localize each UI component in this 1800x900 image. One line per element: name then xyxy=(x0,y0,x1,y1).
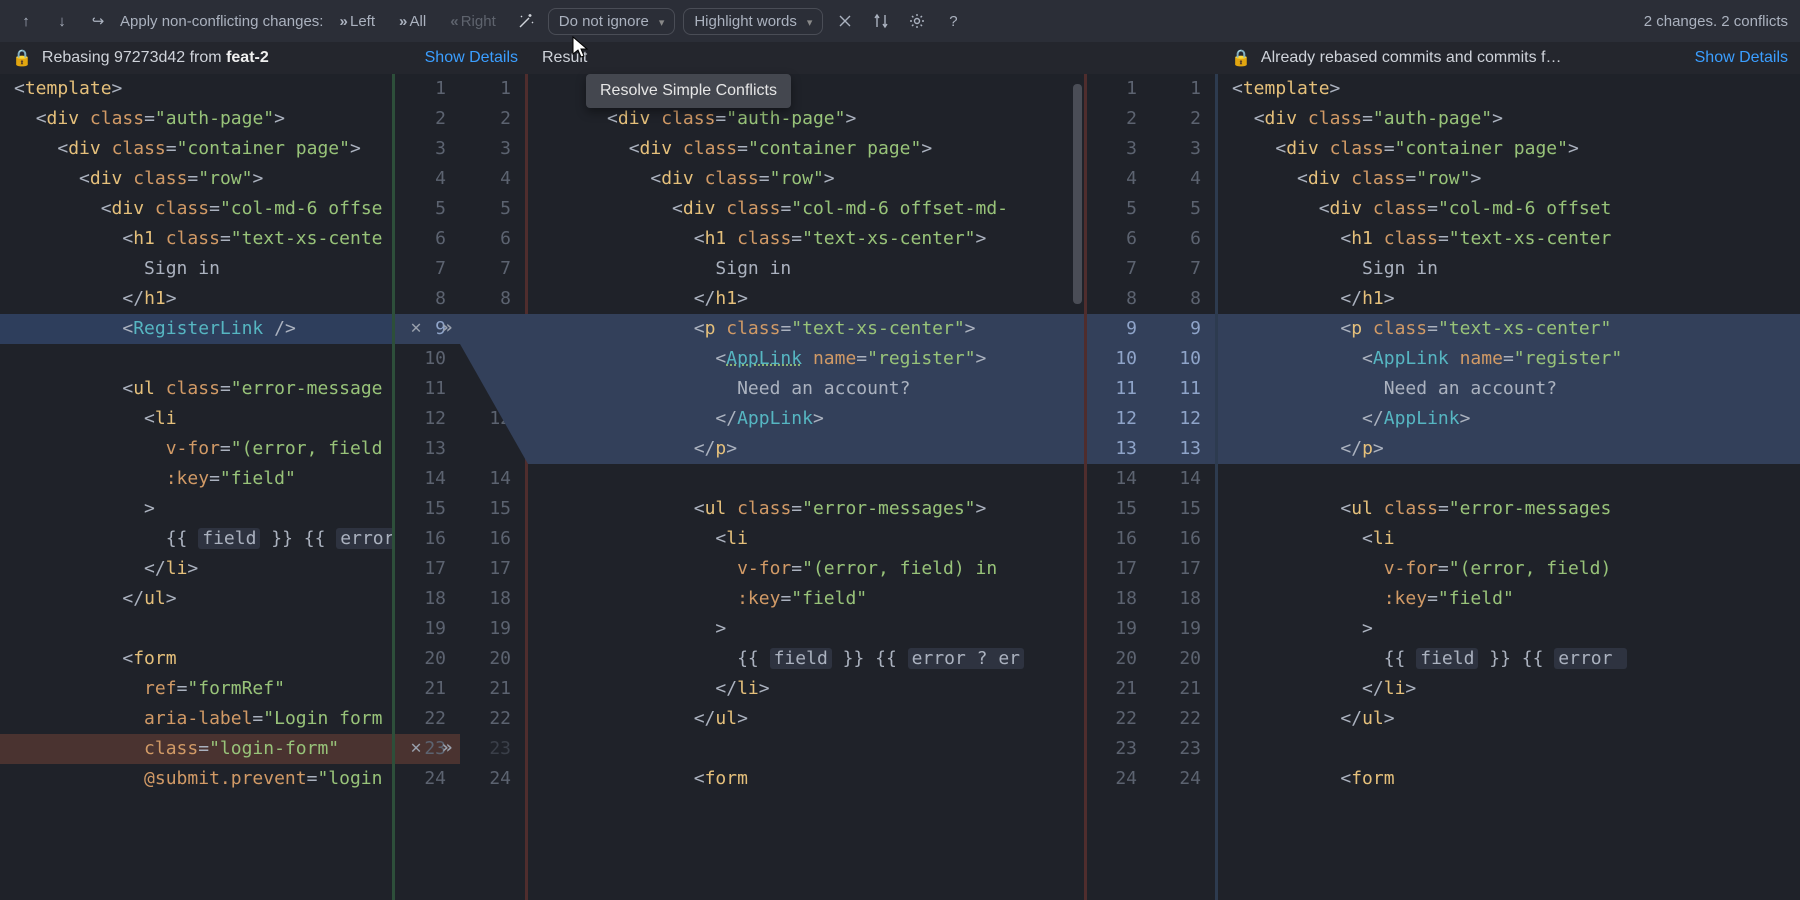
reject-change-icon[interactable]: ✕ xyxy=(406,317,426,337)
accept-change-icon[interactable]: » xyxy=(434,317,454,337)
left-pane-title: Rebasing 97273d42 from feat-2 xyxy=(42,49,269,67)
diff-panes: <template> <div class="auth-page"> <div … xyxy=(0,74,1800,900)
next-diff-icon[interactable]: ↓ xyxy=(48,7,76,35)
mid-line-numbers-left: 123456789121415161718192021222324 xyxy=(460,74,528,900)
right-pane[interactable]: <template> <div class="auth-page"> <div … xyxy=(1218,74,1800,900)
ignore-whitespace-dropdown[interactable]: Do not ignore xyxy=(548,8,676,35)
right-line-numbers: 123456789101112131415161718192021222324 xyxy=(1151,74,1218,900)
gutter-left: 123456789101112131415161718192021222324 … xyxy=(392,74,528,900)
settings-icon[interactable] xyxy=(903,7,931,35)
conflict-actions-1: ✕ » xyxy=(406,317,454,337)
accept-change-icon[interactable]: » xyxy=(434,737,454,757)
reject-change-icon[interactable]: ✕ xyxy=(406,737,426,757)
apply-label: Apply non-conflicting changes: xyxy=(120,13,323,30)
left-line-numbers: 123456789101112131415161718192021222324 xyxy=(392,74,460,900)
apply-left-button[interactable]: » Left xyxy=(331,10,383,33)
mid-line-numbers-right: 123456789101112131415161718192021222324 xyxy=(1084,74,1151,900)
conflict-actions-2: ✕ » xyxy=(406,737,454,757)
show-details-right-link[interactable]: Show Details xyxy=(1695,49,1788,67)
highlight-mode-dropdown[interactable]: Highlight words xyxy=(683,8,823,35)
collapse-unchanged-icon[interactable] xyxy=(831,7,859,35)
apply-right-button[interactable]: « Right xyxy=(442,10,504,33)
apply-all-button[interactable]: » All xyxy=(391,10,434,33)
gutter-right: 123456789101112131415161718192021222324 … xyxy=(1084,74,1218,900)
help-icon[interactable]: ? xyxy=(939,7,967,35)
lock-icon: 🔒 xyxy=(1231,48,1251,68)
jump-icon[interactable]: ↪ xyxy=(84,7,112,35)
sync-scroll-icon[interactable] xyxy=(867,7,895,35)
result-pane[interactable]: <div class="auth-page"> <div class="cont… xyxy=(528,74,1084,900)
toolbar: ↑ ↓ ↪ Apply non-conflicting changes: » L… xyxy=(0,0,1800,42)
pane-header-bar: 🔒 Rebasing 97273d42 from feat-2 Show Det… xyxy=(0,42,1800,74)
prev-diff-icon[interactable]: ↑ xyxy=(12,7,40,35)
show-details-left-link[interactable]: Show Details xyxy=(425,49,518,67)
changes-status: 2 changes. 2 conflicts xyxy=(1644,13,1788,30)
left-pane[interactable]: <template> <div class="auth-page"> <div … xyxy=(0,74,392,900)
lock-icon: 🔒 xyxy=(12,48,32,68)
scrollbar-thumb[interactable] xyxy=(1073,84,1082,304)
tooltip: Resolve Simple Conflicts xyxy=(586,74,791,108)
mouse-cursor xyxy=(572,36,590,60)
right-pane-title: Already rebased commits and commits f… xyxy=(1261,49,1562,67)
magic-wand-icon[interactable] xyxy=(512,7,540,35)
